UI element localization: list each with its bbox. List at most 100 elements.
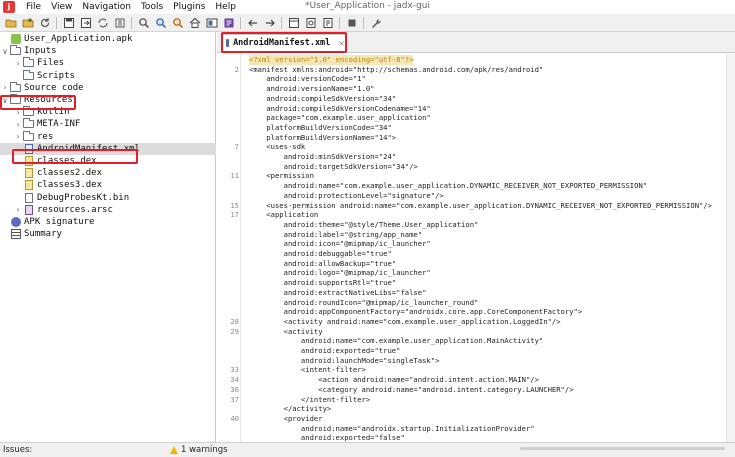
tree-item[interactable]: ∨ Resources <box>0 94 216 106</box>
stop-icon[interactable] <box>345 16 359 30</box>
warnings-count[interactable]: 1 warnings <box>181 445 228 455</box>
horizontal-scrollbar-track[interactable] <box>520 447 725 450</box>
code-text: android:extractNativeLibs="false" <box>249 287 427 297</box>
code-line: 17 <application <box>217 210 735 220</box>
tree-item-label: res <box>37 131 54 142</box>
code-line: android:name="com.example.user_applicati… <box>217 336 735 346</box>
tree-item[interactable]: › Source code <box>0 81 216 94</box>
folder-icon <box>10 94 21 105</box>
tree-item[interactable]: › resources.arsc <box>0 204 216 216</box>
menu-navigation[interactable]: Navigation <box>77 2 136 12</box>
code-text: android:allowBackup="true" <box>249 258 397 268</box>
menu-help[interactable]: Help <box>210 2 241 12</box>
tree-item[interactable]: › Files <box>0 57 216 69</box>
code-line: android:compileSdkVersionCodename="14" <box>217 104 735 114</box>
code-text: android:minSdkVersion="24" <box>249 152 397 161</box>
tree-item-label: AndroidManifest.xml <box>37 143 140 154</box>
code-text: <activity <box>249 326 323 336</box>
save-icon[interactable] <box>62 16 76 30</box>
tree-item[interactable]: APK signature <box>0 216 216 228</box>
tree-item-label: classes2.dex <box>37 168 103 179</box>
horizontal-scrollbar[interactable] <box>520 444 725 454</box>
tree-item[interactable]: DebugProbesKt.bin <box>0 192 216 204</box>
export-icon[interactable] <box>79 16 93 30</box>
usage-icon[interactable] <box>171 16 185 30</box>
code-line: 34 <action android:name="android.intent.… <box>217 375 735 385</box>
code-text: <category android:name="android.intent.c… <box>249 384 574 394</box>
back-icon[interactable] <box>246 16 260 30</box>
code-text: <intent-filter> <box>249 365 366 375</box>
preferences-icon[interactable] <box>369 16 383 30</box>
tree-item[interactable]: › kotlin <box>0 106 216 118</box>
tree-item-label: Resources <box>24 95 73 105</box>
line-number: 2 <box>234 64 239 74</box>
icon-shape <box>10 229 21 240</box>
expand-chevron-icon[interactable]: › <box>1 83 9 92</box>
flatten-icon[interactable] <box>113 16 127 30</box>
expand-chevron-icon[interactable]: ∨ <box>1 47 9 56</box>
folder-icon <box>10 81 21 93</box>
close-icon[interactable]: × <box>338 39 345 48</box>
search-class-icon[interactable] <box>154 16 168 30</box>
expand-chevron-icon[interactable]: › <box>14 108 22 117</box>
expand-chevron-icon[interactable]: › <box>14 132 22 141</box>
tree-item[interactable]: AndroidManifest.xml <box>0 142 216 155</box>
tree-item[interactable]: Summary <box>0 228 216 240</box>
expand-chevron-icon[interactable]: ∨ <box>1 96 9 105</box>
tree-item[interactable]: classes3.dex <box>0 179 216 191</box>
reload-icon[interactable] <box>38 16 52 30</box>
line-number: 17 <box>230 210 239 220</box>
signature-icon <box>10 217 21 227</box>
tree-item[interactable]: › META-INF <box>0 118 216 130</box>
tree-item[interactable]: ∨ Inputs <box>0 45 216 57</box>
tree-item-label: Files <box>37 58 65 69</box>
quark-icon[interactable] <box>321 16 335 30</box>
sync-icon[interactable] <box>96 16 110 30</box>
expand-chevron-icon[interactable]: › <box>14 59 22 68</box>
dex-file-icon <box>23 168 34 179</box>
code-line: android:protectionLevel="signature"/> <box>217 191 735 201</box>
code-line: 28 <activity android:name="com.example.u… <box>217 317 735 327</box>
menu-tools[interactable]: Tools <box>136 2 168 12</box>
code-text: android:launchMode="singleTask"> <box>249 355 440 365</box>
line-number: 29 <box>230 326 239 336</box>
icon-shape <box>23 118 34 129</box>
code-editor[interactable]: <?xml version="1.0" encoding="utf-8"?> 2 <… <box>217 54 735 442</box>
menu-plugins[interactable]: Plugins <box>168 2 210 12</box>
tree-item[interactable]: classes.dex <box>0 155 216 167</box>
open-icon[interactable] <box>4 16 18 30</box>
icon-shape <box>24 143 33 154</box>
code-line: 40 <provider <box>217 414 735 424</box>
add-files-icon[interactable] <box>21 16 35 30</box>
code-text: </intent-filter> <box>249 394 371 404</box>
deobfuscation-icon[interactable] <box>205 16 219 30</box>
vertical-scrollbar[interactable] <box>726 54 735 442</box>
expand-chevron-icon[interactable]: › <box>14 205 22 214</box>
line-number: 33 <box>230 365 239 375</box>
menu-file[interactable]: File <box>21 2 46 12</box>
search-text-icon[interactable] <box>137 16 151 30</box>
code-line: platformBuildVersionName="14"> <box>217 133 735 143</box>
folder-icon <box>23 57 34 68</box>
code-text: android:name="androidx.startup.Initializ… <box>249 423 535 433</box>
icon-shape <box>10 217 21 227</box>
tree-item[interactable]: classes2.dex <box>0 167 216 179</box>
bookmark-icon[interactable] <box>304 16 318 30</box>
tree-item[interactable]: › res <box>0 130 216 143</box>
code-line: </activity> <box>217 404 735 414</box>
code-line: 33 <intent-filter> <box>217 365 735 375</box>
code-line: android:theme="@style/Theme.User_applica… <box>217 220 735 230</box>
quick-tabs-icon[interactable] <box>287 16 301 30</box>
tree-item-label: Source code <box>24 82 84 93</box>
home-icon[interactable] <box>188 16 202 30</box>
code-text: android:exported="false" <box>249 433 405 442</box>
menu-view[interactable]: View <box>46 2 77 12</box>
tree-item[interactable]: User_Application.apk <box>0 33 216 45</box>
toolbar-separator <box>339 16 340 29</box>
expand-chevron-icon[interactable]: › <box>14 120 22 129</box>
code-text: android:compileSdkVersion="34" <box>249 93 397 103</box>
tab-android-manifest[interactable]: AndroidManifest.xml × <box>222 34 346 51</box>
log-icon[interactable] <box>222 16 236 30</box>
tree-item[interactable]: Scripts <box>0 69 216 82</box>
forward-icon[interactable] <box>263 16 277 30</box>
